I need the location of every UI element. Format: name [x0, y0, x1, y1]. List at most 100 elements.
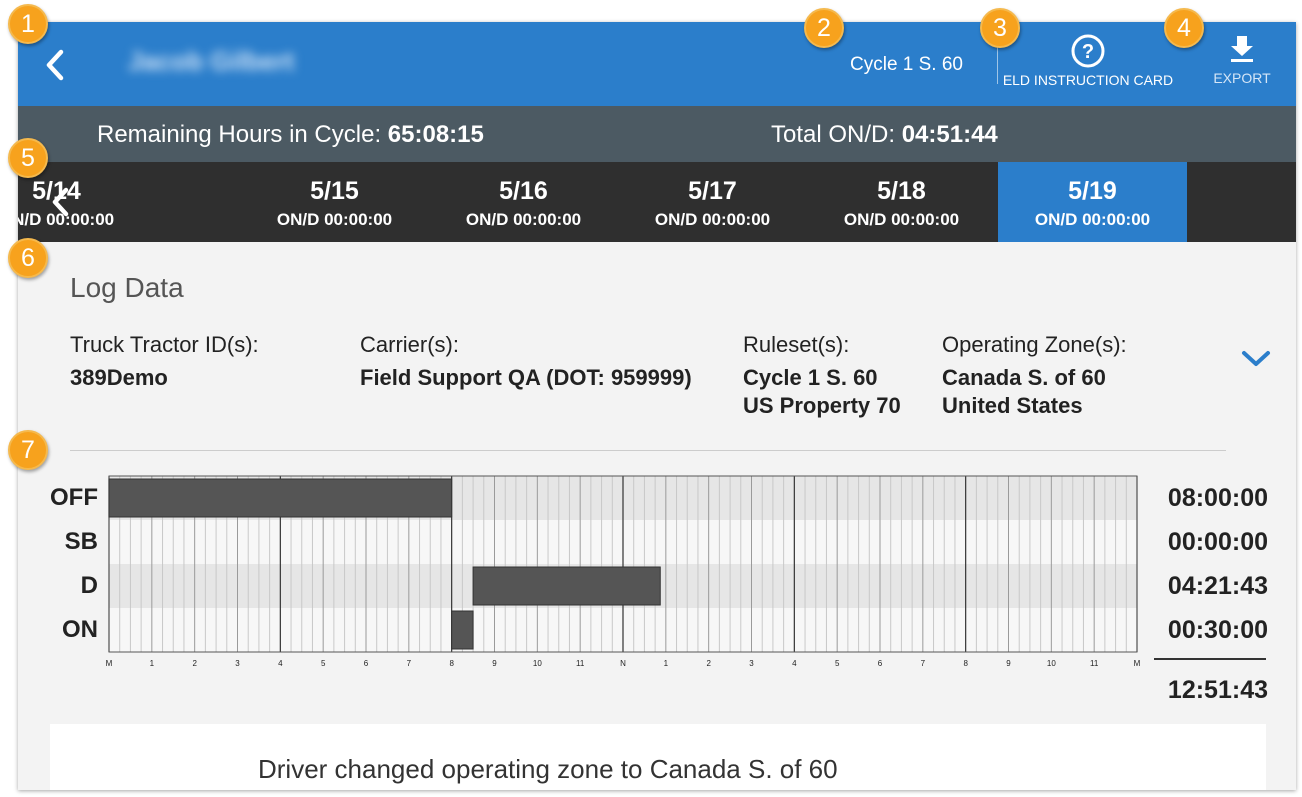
previous-days-button[interactable] [48, 186, 72, 218]
duty-segment-bar [472, 566, 661, 606]
day-tab[interactable]: 5/17 ON/D 00:00:00 [618, 162, 807, 242]
graph-hour-label: 3 [749, 659, 754, 668]
callout-badge-3: 3 [980, 8, 1020, 48]
day-tab-hours: ON/D 00:00:00 [654, 210, 771, 229]
day-tab-hours: ON/D 00:00:00 [18, 210, 115, 229]
day-tab-date: 5/19 [1068, 177, 1117, 205]
ruleset-value: US Property 70 [743, 393, 901, 418]
carrier-label: Carrier(s): [360, 332, 459, 357]
chevron-left-icon [52, 187, 69, 217]
section-divider [70, 450, 1226, 451]
graph-total-d: 04:21:43 [1167, 572, 1268, 600]
download-icon [1231, 36, 1253, 62]
graph-total-sb: 00:00:00 [1167, 528, 1268, 556]
day-tab[interactable]: 5/18 ON/D 00:00:00 [807, 162, 996, 242]
graph-hour-label: 7 [407, 659, 412, 668]
graph-row-label-sb: SB [64, 528, 98, 555]
callout-badge-5: 5 [8, 138, 48, 178]
graph-row-label-d: D [80, 572, 98, 599]
day-tab-hours: ON/D 00:00:00 [1034, 210, 1151, 229]
expand-log-data-button[interactable] [1240, 348, 1272, 370]
graph-row-label-off: OFF [50, 484, 98, 511]
total-underline [1154, 658, 1266, 660]
day-tab-date: 5/15 [310, 177, 359, 205]
graph-hour-label: 7 [921, 659, 926, 668]
graph-grand-total: 12:51:43 [1167, 676, 1268, 704]
chevron-left-icon [46, 49, 64, 81]
graph-hour-label: 9 [1006, 659, 1011, 668]
graph-hour-label: 4 [792, 659, 797, 668]
day-tab-date: 5/16 [499, 177, 548, 205]
truck-id-value: 389Demo [70, 365, 168, 390]
graph-hour-label: 5 [321, 659, 326, 668]
day-tab[interactable]: 5/19 ON/D 00:00:00 [998, 162, 1187, 242]
total-on-duty: Total ON/D: 04:51:44 [771, 121, 998, 149]
total-on-duty-value: 04:51:44 [901, 121, 998, 148]
duty-status-graph: M 1 2 3 4 5 6 7 8 9 10 11 N 1 2 3 4 5 6 7 8 9 10 11 M [106, 475, 1140, 668]
duty-segment-bar [451, 610, 474, 650]
remaining-hours-value: 65:08:15 [387, 121, 484, 148]
hours-summary-bar: Remaining Hours in Cycle: 65:08:15 Total… [18, 106, 1296, 162]
graph-hour-label: 4 [278, 659, 283, 668]
graph-hour-label: 8 [449, 659, 454, 668]
graph-hour-label: M [106, 659, 113, 668]
back-button[interactable] [42, 48, 68, 82]
ruleset-label: Ruleset(s): [743, 332, 850, 357]
graph-hour-label: 3 [235, 659, 240, 668]
top-app-bar: Jacob Gilbert Cycle 1 S. 60 ? ELD INSTRU… [18, 22, 1296, 106]
app-window: Jacob Gilbert Cycle 1 S. 60 ? ELD INSTRU… [18, 22, 1296, 790]
graph-hour-label: 1 [664, 659, 669, 668]
truck-id-field: Truck Tractor ID(s): 389Demo [70, 332, 259, 392]
graph-hour-label: 5 [835, 659, 840, 668]
day-tab-hours: ON/D 00:00:00 [843, 210, 960, 229]
duty-segment-bar [108, 478, 453, 518]
callout-badge-7: 7 [8, 430, 48, 470]
carrier-value: Field Support QA (DOT: 959999) [360, 365, 692, 390]
help-circle-icon: ? [1071, 34, 1105, 68]
day-tab-date: 5/17 [688, 177, 737, 205]
graph-hour-label: 2 [192, 659, 197, 668]
operating-zone-value: Canada S. of 60 [942, 365, 1106, 390]
graph-hour-label: M [1134, 659, 1140, 668]
remaining-hours-label: Remaining Hours in Cycle: [97, 121, 382, 148]
graph-hour-label: 9 [492, 659, 497, 668]
graph-hour-label: 11 [576, 659, 585, 668]
day-tab[interactable]: 5/16 ON/D 00:00:00 [429, 162, 618, 242]
graph-hour-label: 10 [1047, 659, 1056, 668]
day-selector: 5/14 ON/D 00:00:00 5/15 ON/D 00:00:00 5/16 ON… [18, 162, 1296, 242]
callout-badge-6: 6 [8, 238, 48, 278]
truck-id-label: Truck Tractor ID(s): [70, 332, 259, 357]
graph-hour-label: 2 [706, 659, 711, 668]
ruleset-field: Ruleset(s): Cycle 1 S. 60 US Property 70 [743, 332, 901, 420]
operating-zone-value: United States [942, 393, 1083, 418]
event-list-item[interactable]: Driver changed operating zone to Canada … [50, 724, 1266, 790]
carrier-field: Carrier(s): Field Support QA (DOT: 95999… [360, 332, 692, 392]
callout-badge-1: 1 [8, 4, 48, 44]
day-tab[interactable]: 5/15 ON/D 00:00:00 [240, 162, 429, 242]
callout-badge-2: 2 [804, 8, 844, 48]
graph-hour-label: 1 [150, 659, 155, 668]
eld-instruction-card-button[interactable]: ? ELD INSTRUCTION CARD [998, 34, 1178, 96]
day-tab-date: 5/14 [32, 177, 81, 205]
eld-instruction-card-label: ELD INSTRUCTION CARD [1002, 72, 1174, 88]
svg-text:?: ? [1082, 41, 1094, 63]
graph-hour-label: 10 [533, 659, 542, 668]
day-tab-hours: ON/D 00:00:00 [276, 210, 393, 229]
total-on-duty-label: Total ON/D: [771, 121, 896, 148]
graph-row-label-on: ON [62, 616, 98, 643]
day-tab-date: 5/18 [877, 177, 926, 205]
graph-hour-label: 6 [364, 659, 369, 668]
graph-total-off: 08:00:00 [1167, 484, 1268, 512]
section-title: Log Data [70, 272, 184, 303]
graph-total-on: 00:30:00 [1167, 616, 1268, 644]
graph-hour-label: 8 [963, 659, 968, 668]
current-cycle-label: Cycle 1 S. 60 [850, 54, 963, 75]
export-button[interactable]: EXPORT [1210, 34, 1274, 96]
ruleset-value: Cycle 1 S. 60 [743, 365, 878, 390]
graph-hour-label: 11 [1090, 659, 1099, 668]
chevron-down-icon [1242, 351, 1270, 366]
event-text: Driver changed operating zone to Canada … [258, 754, 838, 784]
graph-hour-label: N [620, 659, 626, 668]
day-tab-hours: ON/D 00:00:00 [465, 210, 582, 229]
remaining-hours: Remaining Hours in Cycle: 65:08:15 [97, 121, 484, 149]
